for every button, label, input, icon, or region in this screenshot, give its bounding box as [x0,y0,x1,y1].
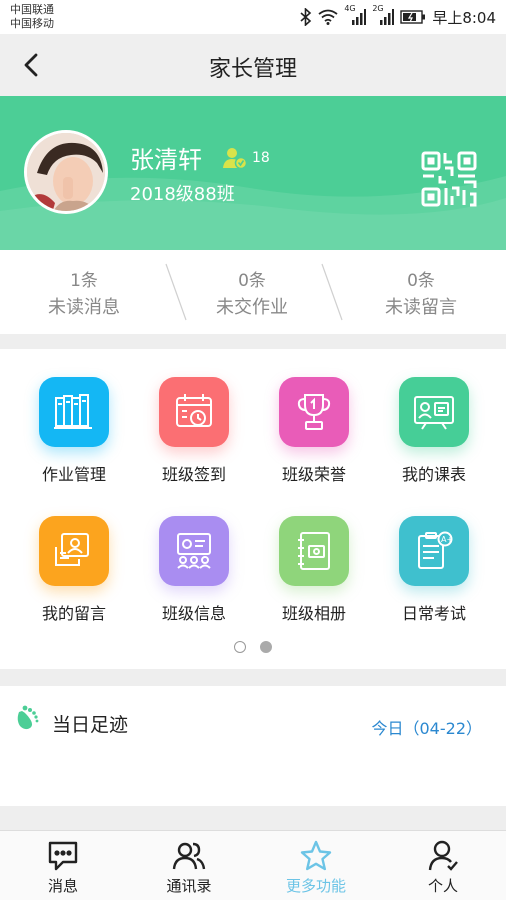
tile-class-honors[interactable]: 班级荣誉 [254,349,374,484]
daily-footprint-section: 当日足迹 今日（04-22） [0,686,506,806]
tile-class-album[interactable]: 班级相册 [254,488,374,623]
bottom-tab-bar: 消息 通讯录 更多功能 个人 [0,830,506,900]
carrier-label-1: 中国联通 [10,3,54,16]
tab-label: 消息 [47,877,78,895]
battery-icon [400,10,426,24]
tile-label: 我的留言 [41,604,106,623]
signal-icon-2: 2G [372,4,395,26]
tab-contacts[interactable]: 通讯录 [126,831,252,900]
tile-my-schedule[interactable]: 我的课表 [374,349,494,484]
user-badge: 18 [222,146,270,170]
signal-icon-1: 4G [344,4,367,26]
svg-text:A+: A+ [441,535,453,544]
footprint-icon [17,705,39,730]
footprint-title: 当日足迹 [52,714,129,736]
contacts-icon [172,842,206,870]
page-indicator [0,641,506,653]
qr-code-icon [421,151,477,207]
stat-unsubmitted-homework[interactable]: 0条 未交作业 [168,250,336,334]
exam-paper-icon: A+ [399,516,469,586]
tile-label: 作业管理 [41,465,106,484]
status-bar: 中国联通 中国移动 4G 2G 早上8:04 [0,0,506,34]
tab-more-features[interactable]: 更多功能 [253,831,379,900]
carrier-label-2: 中国移动 [10,17,54,30]
tile-class-info[interactable]: 班级信息 [134,488,254,623]
calendar-clock-icon [159,377,229,447]
page-title: 家长管理 [208,57,297,82]
tile-class-checkin[interactable]: 班级签到 [134,349,254,484]
stat-unread-comments[interactable]: 0条 未读留言 [337,250,505,334]
footprint-date-button[interactable]: 今日（04-22） [372,715,483,739]
tab-messages[interactable]: 消息 [0,831,126,900]
books-icon [39,377,109,447]
stat-count: 0条 [407,271,435,291]
stat-label: 未交作业 [216,297,288,318]
chat-icon [48,841,78,871]
feature-grid: 作业管理 班级签到 班级荣誉 我的课表 我的留言 班级信息 班级相册 A+ 日常… [0,349,506,669]
photo-album-icon [279,516,349,586]
tile-label: 日常考试 [401,604,466,623]
stats-bar: 1条 未读消息 0条 未交作业 0条 未读留言 [0,250,506,334]
stat-label: 未读留言 [385,297,457,318]
wifi-icon [318,9,338,25]
nav-bar: 家长管理 [0,34,506,96]
class-info-icon [159,516,229,586]
tile-label: 班级荣誉 [281,465,346,484]
status-indicators: 4G 2G 早上8:04 [300,4,496,28]
tab-personal[interactable]: 个人 [380,831,506,900]
tile-label: 我的课表 [401,465,466,484]
stat-label: 未读消息 [48,297,120,318]
tile-homework-management[interactable]: 作业管理 [14,349,134,484]
tile-label: 班级签到 [161,465,226,484]
schedule-board-icon [399,377,469,447]
tab-label: 更多功能 [285,877,346,895]
tile-my-messages[interactable]: 我的留言 [14,488,134,623]
user-class: 2018级88班 [130,184,235,205]
tile-daily-exam[interactable]: A+ 日常考试 [374,488,494,623]
qr-code-button[interactable] [420,150,478,208]
person-icon [428,840,458,871]
tab-label: 通讯录 [166,877,212,895]
stat-count: 0条 [238,271,266,291]
page-dot-1[interactable] [234,641,246,653]
status-time: 早上8:04 [432,8,496,27]
profile-header: 张清轩 18 2018级88班 [0,96,506,250]
star-icon [300,840,332,871]
badge-count: 18 [252,150,270,166]
message-board-icon [39,516,109,586]
tile-label: 班级相册 [281,604,346,623]
bluetooth-icon [300,8,312,26]
tile-label: 班级信息 [161,604,226,623]
page-dot-2[interactable] [260,641,272,653]
trophy-icon [279,377,349,447]
verified-user-icon [223,148,248,170]
stat-unread-messages[interactable]: 1条 未读消息 [0,250,168,334]
tab-label: 个人 [427,877,458,895]
stat-count: 1条 [70,271,98,291]
user-name: 张清轩 [130,146,202,174]
avatar[interactable] [24,130,108,214]
